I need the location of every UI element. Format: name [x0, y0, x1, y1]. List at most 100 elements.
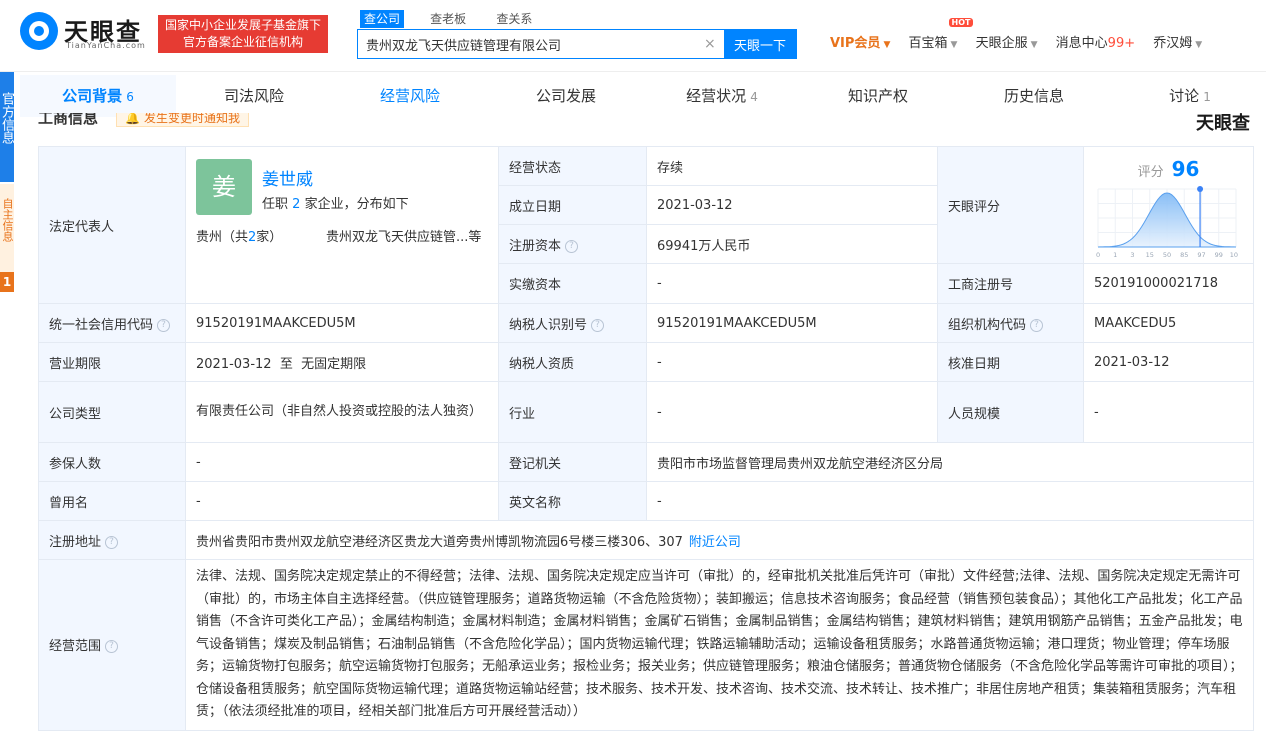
- capital-label: 注册资本?: [498, 224, 647, 264]
- watermark-text: 天眼查: [1196, 113, 1250, 131]
- help-icon[interactable]: ?: [1030, 318, 1044, 332]
- tianyancha-logo[interactable]: 天眼查 TianYanCha.com: [20, 12, 150, 52]
- help-icon[interactable]: ?: [105, 640, 119, 654]
- caret-down-icon: ▼: [950, 40, 958, 50]
- tab-history[interactable]: 历史信息: [956, 75, 1112, 117]
- search-tab-company[interactable]: 查公司: [360, 10, 405, 28]
- insured-value: -: [185, 442, 499, 482]
- score-marker-dot: [1197, 186, 1204, 192]
- nav-qiye[interactable]: 天眼企服 ▼: [976, 32, 1038, 51]
- x-tick-label: 50: [1163, 251, 1171, 259]
- tab-intellectual-property[interactable]: 知识产权: [800, 75, 956, 117]
- tab-company-development[interactable]: 公司发展: [488, 75, 644, 117]
- avatar[interactable]: 姜: [196, 159, 252, 215]
- approve-date-value: 2021-03-12: [1083, 342, 1254, 382]
- tab-label: 经营风险: [379, 87, 440, 105]
- capital-value: 69941万人民币: [646, 224, 938, 264]
- score-value: 96: [1171, 157, 1200, 181]
- tab-judicial-risk[interactable]: 司法风险: [176, 75, 332, 117]
- notify-label: 发生变更时通知我: [143, 113, 240, 125]
- tab-company-background[interactable]: 公司背景 6: [20, 75, 176, 117]
- org-code-value: MAAKCEDU5: [1083, 303, 1254, 343]
- search-input[interactable]: [358, 30, 698, 58]
- former-name-value: -: [185, 481, 499, 521]
- insured-label: 参保人数: [38, 442, 186, 482]
- section-title: 工商信息: [38, 113, 99, 127]
- staff-size-value: -: [1083, 381, 1254, 443]
- credit-code-label: 统一社会信用代码?: [38, 303, 186, 343]
- tab-count: 6: [126, 90, 134, 104]
- tab-label: 经营状况: [686, 87, 747, 105]
- role-count[interactable]: 2: [292, 197, 300, 212]
- score-header: 评分 96: [1084, 157, 1253, 181]
- address-label: 注册地址?: [38, 520, 186, 560]
- org-code-label: 组织机构代码?: [937, 303, 1084, 343]
- x-tick-labels: 0 1 3 15 50 85 97 99 100: [1096, 251, 1238, 259]
- score-cell[interactable]: 评分 96 0 1 3 15 50 85 97 99 100: [1083, 146, 1254, 264]
- x-tick-label: 99: [1215, 251, 1223, 259]
- role-pre: 任职: [262, 197, 289, 212]
- company-type-label: 公司类型: [38, 381, 186, 443]
- taxpayer-qual-value: -: [646, 342, 938, 382]
- nav-qiye-label: 天眼企服: [975, 36, 1028, 51]
- nearby-companies-link[interactable]: 附近公司: [689, 535, 741, 550]
- legal-rep-role: 任职 2 家企业，分布如下: [262, 193, 409, 212]
- english-name-label: 英文名称: [498, 481, 647, 521]
- role-post: 家企业，分布如下: [304, 197, 409, 212]
- side-official-info[interactable]: 官方信息: [0, 72, 14, 182]
- term-value: 2021-03-12 至 无固定期限: [185, 342, 499, 382]
- industry-value: -: [646, 381, 938, 443]
- capital-label-text: 注册资本: [509, 238, 562, 254]
- search-tab-boss[interactable]: 查老板: [426, 10, 470, 28]
- nav-messages[interactable]: 消息中心99+: [1056, 32, 1135, 51]
- top-header: 天眼查 TianYanCha.com 国家中小企业发展子基金旗下 官方备案企业征…: [0, 0, 1266, 72]
- side-self-info[interactable]: 自主信息: [0, 184, 14, 274]
- nav-messages-label: 消息中心: [1055, 36, 1108, 51]
- top-nav: VIP会员 ▼ HOT 百宝箱 ▼ 天眼企服 ▼ 消息中心99+ 乔汉姆 ▼: [830, 18, 1216, 54]
- approve-date-label: 核准日期: [937, 342, 1084, 382]
- message-count: 99+: [1107, 36, 1136, 51]
- nav-vip[interactable]: VIP会员 ▼: [830, 32, 890, 51]
- help-icon[interactable]: ?: [591, 318, 605, 332]
- nav-baibaoxiang[interactable]: HOT 百宝箱 ▼: [909, 18, 974, 51]
- tab-discussion[interactable]: 讨论 1: [1112, 75, 1266, 117]
- nav-user[interactable]: 乔汉姆 ▼: [1153, 32, 1202, 51]
- authority-value: 贵阳市市场监督管理局贵州双龙航空港经济区分局: [646, 442, 1254, 482]
- search-tab-relation[interactable]: 查关系: [492, 10, 536, 28]
- x-tick-label: 15: [1146, 251, 1154, 259]
- x-tick-label: 85: [1180, 251, 1188, 259]
- legal-rep-cell: 姜 姜世威 任职 2 家企业，分布如下 贵州（共2家） 贵州双龙飞天供应链管..…: [185, 146, 499, 304]
- found-date-label: 成立日期: [498, 185, 647, 225]
- help-icon[interactable]: ?: [157, 318, 171, 332]
- tab-business-risk[interactable]: 经营风险: [332, 75, 488, 117]
- x-tick-label: 0: [1096, 251, 1100, 259]
- regno-label: 工商注册号: [937, 263, 1084, 304]
- distribution-curve: [1097, 192, 1237, 248]
- address-value: 贵州省贵阳市贵州双龙航空港经济区贵龙大道旁贵州博凯物流园6号楼三楼306、307…: [185, 520, 1254, 560]
- help-icon[interactable]: ?: [105, 535, 119, 549]
- tab-count: 4: [750, 90, 758, 104]
- legal-rep-name[interactable]: 姜世威: [262, 165, 313, 190]
- region-post: 家）: [256, 230, 283, 245]
- regno-value: 520191000021718: [1083, 263, 1254, 304]
- caret-down-icon: ▼: [1195, 40, 1203, 50]
- change-notify-button[interactable]: 🔔 发生变更时通知我: [116, 113, 249, 127]
- search-button[interactable]: 天眼一下: [724, 30, 796, 58]
- scope-value: 法律、法规、国务院决定规定禁止的不得经营；法律、法规、国务院决定规定应当许可（审…: [185, 559, 1254, 731]
- section-title-row: 工商信息 🔔 发生变更时通知我: [38, 113, 249, 131]
- search-box: × 天眼一下: [357, 29, 797, 59]
- tab-business-status[interactable]: 经营状况 4: [644, 75, 800, 117]
- x-tick-label: 1: [1113, 251, 1117, 259]
- clear-icon[interactable]: ×: [704, 36, 716, 52]
- tax-id-label: 纳税人识别号?: [498, 303, 647, 343]
- status-value: 存续: [646, 146, 938, 186]
- side-self-info-count: 1: [0, 272, 14, 292]
- legal-rep-company[interactable]: 贵州双龙飞天供应链管...等: [326, 226, 481, 245]
- industry-label: 行业: [498, 381, 647, 443]
- nav-vip-label: VIP会员: [830, 36, 881, 51]
- tax-id-label-text: 纳税人识别号: [509, 317, 588, 333]
- logo-subtext: TianYanCha.com: [66, 41, 146, 50]
- help-icon[interactable]: ?: [565, 239, 579, 253]
- section-tabbar: 公司背景 6 司法风险 经营风险 公司发展 经营状况 4 知识产权 历史信息 讨论 1: [20, 75, 1266, 117]
- authority-label: 登记机关: [498, 442, 647, 482]
